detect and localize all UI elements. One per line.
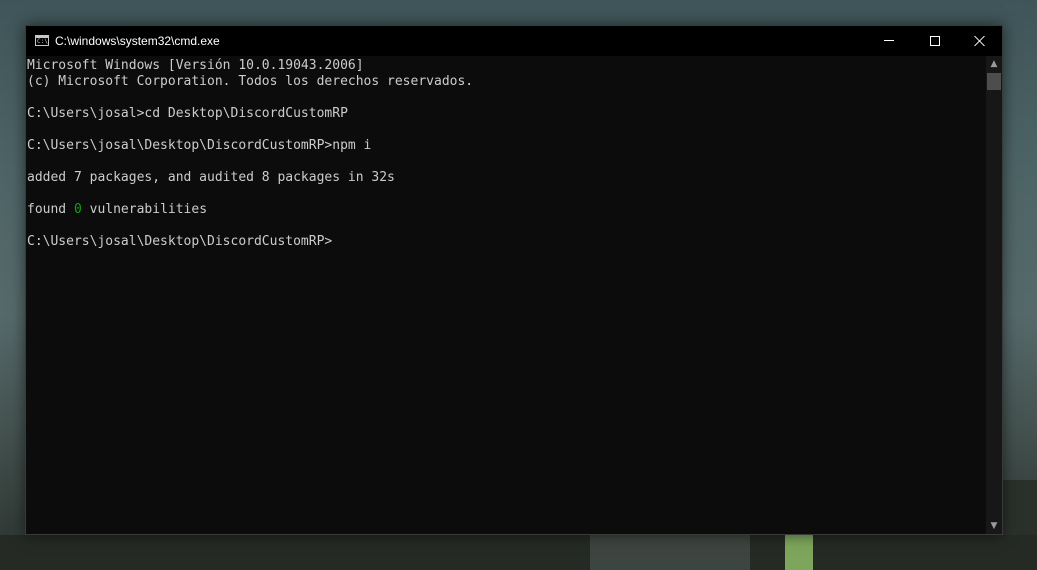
window-title: C:\windows\system32\cmd.exe [55,34,220,48]
minimize-icon [884,40,894,41]
cmd-console-icon[interactable]: C:\ [35,35,49,46]
vulnerabilities-prefix: found [27,202,74,217]
console-line: added 7 packages, and audited 8 packages… [27,170,395,185]
vertical-scrollbar[interactable]: ▲ ▼ [986,56,1002,534]
maximize-button[interactable] [912,26,958,56]
scroll-down-arrow-icon[interactable]: ▼ [986,518,1002,534]
title-bar[interactable]: C:\ C:\windows\system32\cmd.exe [26,26,1002,56]
console-line-vulnerabilities: found 0 vulnerabilities [27,202,473,218]
maximize-icon [930,36,940,46]
vulnerabilities-suffix: vulnerabilities [81,202,208,217]
console-output[interactable]: Microsoft Windows [Versión 10.0.19043.20… [26,56,986,534]
desktop-wallpaper-ground [0,535,1037,570]
cmd-window[interactable]: C:\ C:\windows\system32\cmd.exe Microsof… [25,25,1003,535]
console-line: (c) Microsoft Corporation. Todos los der… [27,74,474,89]
desktop-wallpaper-light [785,535,813,570]
minimize-button[interactable] [866,26,912,56]
console-line: C:\Users\josal\Desktop\DiscordCustomRP>n… [27,138,372,153]
scroll-thumb[interactable] [987,73,1001,90]
console-line: Microsoft Windows [Versión 10.0.19043.20… [27,58,364,73]
close-button[interactable] [957,26,1003,56]
console-line: C:\Users\josal>cd Desktop\DiscordCustomR… [27,106,348,121]
desktop-wallpaper-pillar [590,535,750,570]
console-lines: Microsoft Windows [Versión 10.0.19043.20… [27,58,473,250]
vulnerability-count: 0 [73,202,82,217]
console-prompt[interactable]: C:\Users\josal\Desktop\DiscordCustomRP> [27,234,473,250]
close-icon [974,35,986,47]
scroll-up-arrow-icon[interactable]: ▲ [986,56,1002,72]
app-icon-label: C:\ [37,38,48,45]
